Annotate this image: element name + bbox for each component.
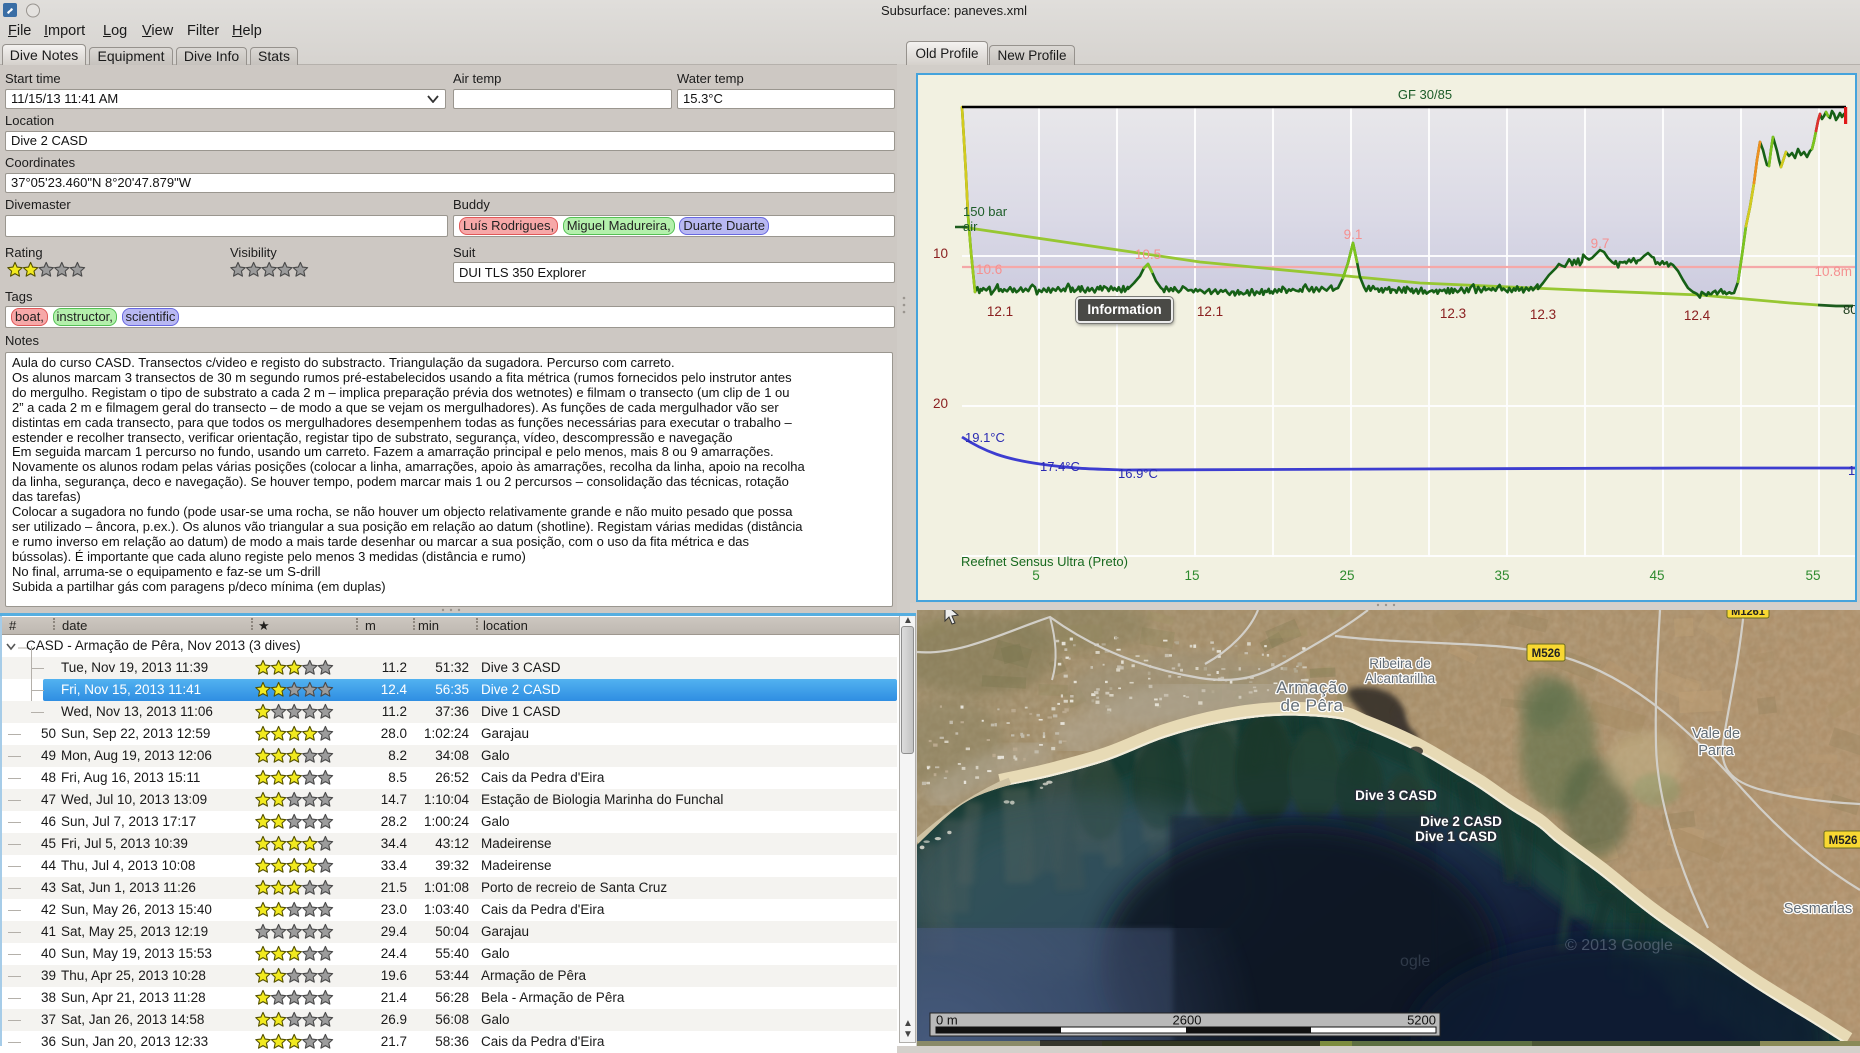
- svg-text:Ribeira de: Ribeira de: [1369, 656, 1431, 671]
- svg-text:12.1: 12.1: [987, 304, 1013, 319]
- svg-text:150 bar: 150 bar: [963, 204, 1008, 219]
- svg-text:M526: M526: [1829, 835, 1858, 847]
- svg-text:2600: 2600: [1173, 1013, 1202, 1028]
- svg-text:9.1: 9.1: [1344, 227, 1363, 242]
- svg-text:5: 5: [1032, 568, 1040, 583]
- svg-text:10: 10: [933, 246, 948, 261]
- svg-text:10.8m: 10.8m: [1814, 264, 1852, 279]
- svg-text:12.1: 12.1: [1197, 304, 1223, 319]
- svg-text:Parra: Parra: [1698, 743, 1734, 759]
- svg-text:5200: 5200: [1407, 1013, 1436, 1028]
- svg-text:GF 30/85: GF 30/85: [1398, 87, 1452, 102]
- svg-text:12.4: 12.4: [1684, 308, 1711, 323]
- svg-text:15: 15: [1184, 568, 1199, 583]
- svg-text:17.4°C: 17.4°C: [1040, 459, 1080, 474]
- svg-text:9.7: 9.7: [1591, 236, 1610, 251]
- svg-text:Dive 2 CASD: Dive 2 CASD: [1420, 814, 1502, 829]
- svg-text:16.: 16.: [1848, 463, 1855, 478]
- svg-text:45: 45: [1649, 568, 1664, 583]
- svg-text:20: 20: [933, 396, 948, 411]
- svg-text:air: air: [963, 219, 978, 234]
- svg-text:Dive 1 CASD: Dive 1 CASD: [1415, 829, 1497, 844]
- svg-text:Reefnet Sensus Ultra (Preto): Reefnet Sensus Ultra (Preto): [961, 554, 1128, 569]
- svg-text:Vale de: Vale de: [1692, 726, 1740, 742]
- svg-text:de Pêra: de Pêra: [1280, 696, 1343, 715]
- svg-text:M526: M526: [1532, 648, 1561, 660]
- svg-text:Alcantarilha: Alcantarilha: [1365, 671, 1436, 686]
- svg-text:35: 35: [1494, 568, 1509, 583]
- svg-text:Dive 3 CASD: Dive 3 CASD: [1355, 788, 1437, 803]
- svg-text:12.3: 12.3: [1440, 306, 1466, 321]
- svg-text:Armação: Armação: [1276, 678, 1348, 697]
- svg-text:M1261: M1261: [1731, 610, 1765, 618]
- svg-text:10.5: 10.5: [1135, 247, 1161, 262]
- svg-text:19.1°C: 19.1°C: [965, 430, 1005, 445]
- svg-text:16.9°C: 16.9°C: [1118, 466, 1158, 481]
- svg-text:ogle: ogle: [1400, 953, 1430, 970]
- svg-text:© 2013 Google: © 2013 Google: [1565, 937, 1673, 954]
- svg-text:25: 25: [1339, 568, 1354, 583]
- svg-text:12.3: 12.3: [1530, 307, 1556, 322]
- svg-text:55: 55: [1805, 568, 1820, 583]
- svg-text:0 m: 0 m: [936, 1013, 958, 1028]
- svg-text:80: 80: [1843, 302, 1855, 317]
- svg-text:10.6: 10.6: [976, 262, 1002, 277]
- svg-text:Sesmarias: Sesmarias: [1784, 901, 1853, 917]
